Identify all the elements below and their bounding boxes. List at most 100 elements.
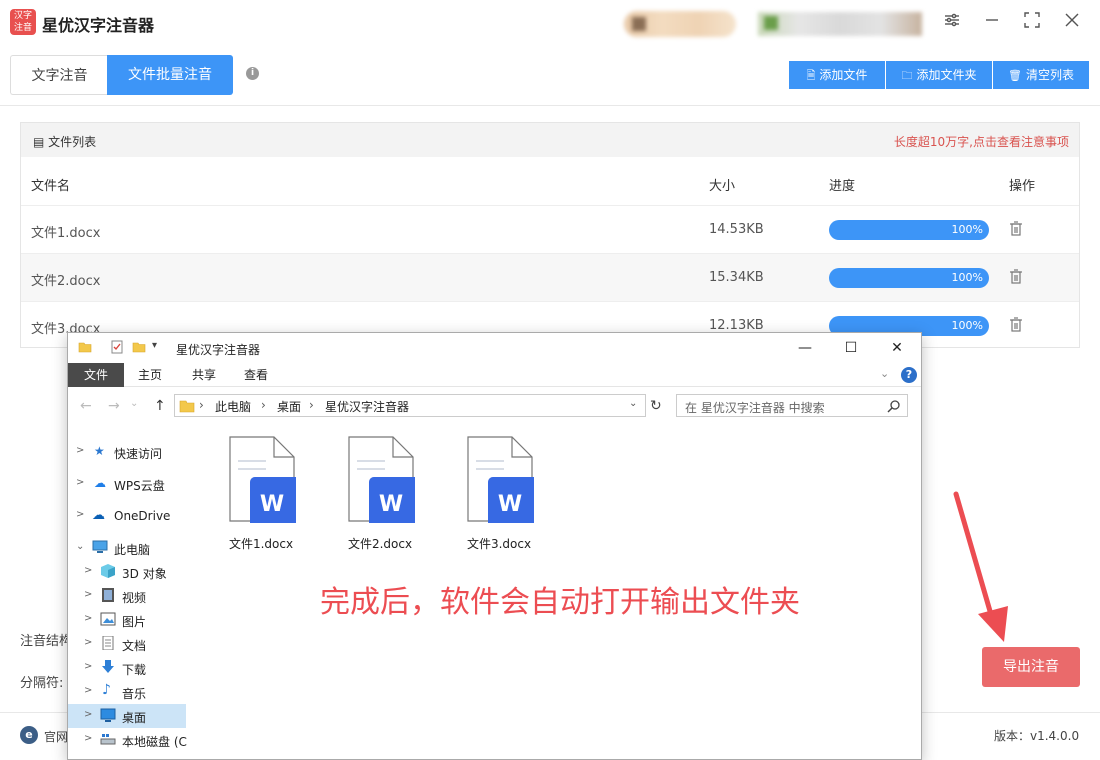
word-document-icon: W bbox=[229, 436, 296, 523]
column-header-name: 文件名 bbox=[31, 179, 71, 194]
column-header-action: 操作 bbox=[1009, 179, 1036, 194]
new-folder-icon[interactable] bbox=[132, 340, 146, 354]
ribbon-tab-file[interactable]: 文件 bbox=[68, 363, 124, 387]
title-bar: 汉字注音 星优汉字注音器 bbox=[0, 0, 1100, 46]
separator-label: 分隔符: bbox=[20, 676, 64, 691]
file-name: 文件1.docx bbox=[228, 537, 294, 551]
user-info-blurred[interactable] bbox=[758, 12, 922, 36]
search-input[interactable]: 在 星优汉字注音器 中搜索 bbox=[676, 394, 908, 417]
address-bar-row: ← → ⌄ ↑ › 此电脑 › 桌面 › 星优汉字注音器 ⌄ ↻ 在 星优汉字注… bbox=[68, 391, 921, 421]
nav-item-videos[interactable]: > 视频 bbox=[68, 584, 186, 608]
delete-icon[interactable] bbox=[1009, 317, 1023, 333]
search-placeholder: 在 星优汉字注音器 中搜索 bbox=[685, 401, 825, 415]
download-arrow-icon bbox=[102, 660, 114, 673]
ribbon-tab-view[interactable]: 查看 bbox=[234, 363, 278, 387]
list-icon: ▤ bbox=[33, 135, 45, 149]
onedrive-cloud-icon: ☁ bbox=[92, 508, 105, 523]
file-name: 文件2.docx bbox=[347, 537, 413, 551]
add-file-button[interactable]: 🗎 添加文件 bbox=[789, 61, 885, 89]
picture-icon bbox=[100, 612, 116, 626]
star-icon: ★ bbox=[94, 444, 105, 458]
close-icon[interactable] bbox=[1058, 10, 1086, 36]
breadcrumb-separator-icon: › bbox=[309, 398, 314, 412]
progress-bar: 100% bbox=[829, 268, 989, 288]
help-icon[interactable]: ? bbox=[901, 367, 917, 383]
delete-icon[interactable] bbox=[1009, 269, 1023, 285]
file-icon: 🗎 bbox=[806, 69, 816, 82]
ribbon-tab-home[interactable]: 主页 bbox=[128, 363, 172, 387]
annotation-arrow bbox=[953, 491, 1008, 642]
nav-item-documents[interactable]: > 文档 bbox=[68, 632, 186, 656]
progress-bar: 100% bbox=[829, 220, 989, 240]
nav-item-wps-cloud[interactable]: > ☁ WPS云盘 bbox=[68, 472, 186, 496]
file-item[interactable]: W 文件1.docx bbox=[206, 433, 316, 563]
tab-batch-file-pinyin[interactable]: 文件批量注音 bbox=[107, 55, 233, 95]
website-icon[interactable]: e bbox=[20, 726, 38, 744]
address-dropdown-icon[interactable]: ⌄ bbox=[629, 398, 637, 409]
navigation-pane: > ★ 快速访问 > ☁ WPS云盘 > ☁ OneDrive ⌄ 此电脑 > … bbox=[68, 433, 187, 759]
breadcrumb-this-pc[interactable]: 此电脑 bbox=[215, 398, 251, 415]
add-folder-button[interactable]: 🗀 添加文件夹 bbox=[886, 61, 992, 89]
chevron-down-icon[interactable]: ⌄ bbox=[880, 367, 889, 380]
settings-sliders-icon[interactable] bbox=[938, 10, 966, 36]
delete-icon[interactable] bbox=[1009, 221, 1023, 237]
music-note-icon: ♪ bbox=[102, 682, 111, 698]
file-explorer-window[interactable]: ▾ 星优汉字注音器 — ☐ ✕ 文件 主页 共享 查看 ⌄ ? ← → ⌄ ↑ … bbox=[67, 332, 922, 760]
breadcrumb-desktop[interactable]: 桌面 bbox=[277, 398, 301, 415]
table-row[interactable]: 文件2.docx 15.34KB 100% bbox=[21, 253, 1079, 301]
quick-access-dropdown-icon[interactable]: ▾ bbox=[152, 340, 157, 351]
file-list-header: ▤ 文件列表 长度超10万字,点击查看注意事项 bbox=[21, 123, 1079, 157]
properties-icon[interactable] bbox=[110, 340, 124, 354]
word-document-icon: W bbox=[348, 436, 415, 523]
file-name: 文件2.docx bbox=[31, 274, 101, 289]
account-avatar-blurred[interactable] bbox=[624, 11, 736, 37]
recent-dropdown-icon[interactable]: ⌄ bbox=[130, 398, 138, 409]
export-pinyin-button[interactable]: 导出注音 bbox=[982, 647, 1080, 687]
tab-text-pinyin[interactable]: 文字注音 bbox=[10, 55, 108, 95]
annotation-text: 完成后，软件会自动打开输出文件夹 bbox=[320, 585, 800, 620]
explorer-close-icon[interactable]: ✕ bbox=[882, 337, 912, 359]
nav-item-pictures[interactable]: > 图片 bbox=[68, 608, 186, 632]
word-document-icon: W bbox=[467, 436, 534, 523]
nav-item-3d-objects[interactable]: > 3D 对象 bbox=[68, 560, 186, 584]
website-link[interactable]: 官网 bbox=[44, 728, 68, 745]
info-icon[interactable]: i bbox=[246, 67, 259, 80]
clear-list-button[interactable]: 🗑 清空列表 bbox=[993, 61, 1089, 89]
breadcrumb-separator-icon: › bbox=[261, 398, 266, 412]
explorer-maximize-icon[interactable]: ☐ bbox=[836, 337, 866, 359]
file-item[interactable]: W 文件2.docx bbox=[325, 433, 435, 563]
file-size: 14.53KB bbox=[709, 222, 764, 237]
breadcrumb-folder[interactable]: 星优汉字注音器 bbox=[325, 398, 409, 415]
minimize-icon[interactable] bbox=[978, 10, 1006, 36]
explorer-minimize-icon[interactable]: — bbox=[790, 337, 820, 359]
nav-item-onedrive[interactable]: > ☁ OneDrive bbox=[68, 504, 186, 528]
file-name: 文件3.docx bbox=[466, 537, 532, 551]
maximize-icon[interactable] bbox=[1018, 10, 1046, 36]
search-icon[interactable] bbox=[887, 399, 901, 413]
table-row[interactable]: 文件1.docx 14.53KB 100% bbox=[21, 205, 1079, 253]
refresh-icon[interactable]: ↻ bbox=[650, 398, 662, 414]
forward-arrow-icon[interactable]: → bbox=[108, 398, 120, 414]
trash-icon: 🗑 bbox=[1008, 69, 1022, 82]
length-warning-link[interactable]: 长度超10万字,点击查看注意事项 bbox=[894, 133, 1069, 150]
breadcrumb-separator-icon: › bbox=[199, 398, 204, 412]
nav-item-local-disk[interactable]: > 本地磁盘 (C bbox=[68, 728, 187, 752]
nav-item-desktop[interactable]: > 桌面 bbox=[68, 704, 186, 728]
nav-item-quick-access[interactable]: > ★ 快速访问 bbox=[68, 440, 186, 464]
column-header-progress: 进度 bbox=[829, 179, 856, 194]
document-icon bbox=[102, 636, 114, 650]
nav-item-music[interactable]: > ♪ 音乐 bbox=[68, 680, 186, 704]
address-field[interactable]: › 此电脑 › 桌面 › 星优汉字注音器 ⌄ bbox=[174, 394, 646, 417]
file-size: 15.34KB bbox=[709, 270, 764, 285]
ribbon-tab-share[interactable]: 共享 bbox=[182, 363, 226, 387]
column-header-size: 大小 bbox=[709, 179, 736, 194]
folder-icon bbox=[179, 400, 195, 413]
ribbon-tabs: 文件 主页 共享 查看 ⌄ ? bbox=[68, 363, 921, 387]
file-list-panel: ▤ 文件列表 长度超10万字,点击查看注意事项 文件名 大小 进度 操作 文件1… bbox=[20, 122, 1080, 348]
nav-item-this-pc[interactable]: ⌄ 此电脑 bbox=[68, 536, 186, 560]
nav-item-downloads[interactable]: > 下载 bbox=[68, 656, 186, 680]
svg-text:W: W bbox=[498, 492, 522, 517]
back-arrow-icon[interactable]: ← bbox=[80, 398, 92, 414]
file-item[interactable]: W 文件3.docx bbox=[444, 433, 554, 563]
up-arrow-icon[interactable]: ↑ bbox=[154, 398, 166, 414]
